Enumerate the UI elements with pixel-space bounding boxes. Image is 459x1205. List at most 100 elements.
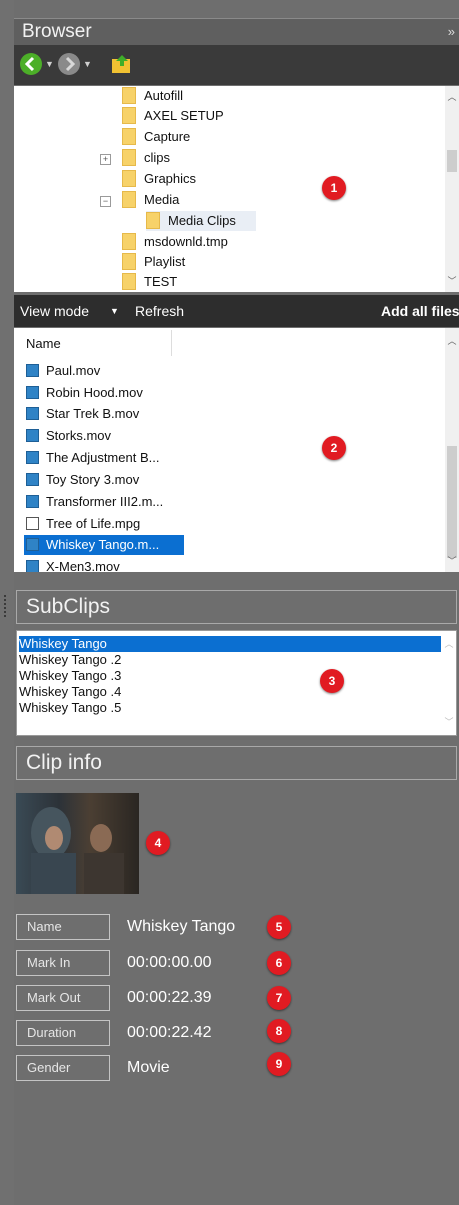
file-list-scrollbar[interactable]: ︿ ﹀ (445, 328, 459, 572)
tree-item[interactable]: clips (122, 148, 442, 168)
folder-icon (122, 128, 136, 145)
folder-icon (122, 273, 136, 290)
scroll-up-icon[interactable]: ︿ (445, 90, 459, 103)
tree-item[interactable]: Graphics (122, 169, 442, 189)
clip-thumbnail (16, 793, 139, 894)
column-header-name[interactable]: Name (26, 336, 61, 351)
browser-title: Browser (22, 21, 92, 42)
dock-grip[interactable] (4, 595, 9, 617)
back-arrow-icon[interactable] (20, 53, 42, 75)
clip-info-title: Clip info (16, 746, 457, 780)
video-file-icon (26, 473, 39, 486)
subclip-item-selected[interactable]: Whiskey Tango (19, 636, 441, 652)
file-item[interactable]: Tree of Life.mpg (24, 514, 184, 534)
subclip-item[interactable]: Whiskey Tango .3 (19, 668, 441, 684)
expand-icon[interactable]: + (100, 154, 111, 165)
video-file-icon (26, 560, 39, 572)
name-value: Whiskey Tango (127, 918, 236, 935)
dock-edge (0, 0, 14, 1205)
mark-out-label: Mark Out (16, 985, 110, 1011)
refresh-button[interactable]: Refresh (135, 295, 184, 327)
subclips-title: SubClips (16, 590, 457, 624)
mark-in-value: 00:00:00.00 (127, 954, 212, 971)
tree-item[interactable]: AXEL SETUP (122, 106, 442, 126)
callout-badge: 7 (267, 986, 291, 1010)
folder-icon (122, 170, 136, 187)
tree-item-selected[interactable]: Media Clips (146, 211, 256, 231)
folder-icon (146, 212, 160, 229)
file-item[interactable]: Transformer III2.m... (24, 492, 184, 512)
folder-tree[interactable]: Autofill AXEL SETUP Capture + clips Grap… (14, 86, 459, 292)
file-item-selected[interactable]: Whiskey Tango.m... (24, 535, 184, 555)
gender-label: Gender (16, 1055, 110, 1081)
subclips-list[interactable]: Whiskey Tango Whiskey Tango .2 Whiskey T… (16, 630, 457, 736)
video-file-icon (26, 495, 39, 508)
file-list[interactable]: Name Paul.mov Robin Hood.mov Star Trek B… (14, 328, 459, 572)
callout-badge: 4 (146, 831, 170, 855)
collapse-icon[interactable]: » (448, 19, 455, 45)
scroll-down-icon[interactable]: ﹀ (445, 554, 459, 567)
file-item[interactable]: The Adjustment B... (24, 448, 184, 468)
tree-item[interactable]: Capture (122, 127, 442, 147)
folder-icon (122, 107, 136, 124)
tree-item[interactable]: TEST (122, 272, 442, 292)
file-item[interactable]: Paul.mov (24, 361, 184, 381)
video-file-icon (26, 451, 39, 464)
tree-item[interactable]: msdownld.tmp (122, 232, 442, 252)
video-file-icon (26, 538, 39, 551)
folder-up-icon[interactable] (110, 53, 134, 75)
scroll-down-icon[interactable]: ﹀ (442, 715, 456, 728)
callout-badge: 5 (267, 915, 291, 939)
tree-scrollbar[interactable]: ︿ ﹀ (445, 86, 459, 292)
folder-icon (122, 87, 136, 104)
callout-badge: 2 (322, 436, 346, 460)
video-file-icon (26, 407, 39, 420)
view-mode-dropdown-icon[interactable]: ▼ (110, 295, 119, 327)
subclip-item[interactable]: Whiskey Tango .4 (19, 684, 441, 700)
duration-value: 00:00:22.42 (127, 1024, 212, 1041)
forward-dropdown-icon[interactable]: ▼ (83, 59, 92, 69)
video-file-icon (26, 386, 39, 399)
folder-icon (122, 253, 136, 270)
forward-arrow-icon[interactable] (58, 53, 80, 75)
scroll-thumb[interactable] (447, 446, 457, 558)
browser-toolbar: ▼ ▼ (14, 45, 459, 85)
add-all-files-button[interactable]: Add all files (381, 295, 459, 327)
subclip-item[interactable]: Whiskey Tango .2 (19, 652, 441, 668)
folder-icon (122, 233, 136, 250)
collapse-tree-icon[interactable]: − (100, 196, 111, 207)
scroll-up-icon[interactable]: ︿ (442, 637, 456, 650)
browser-header: Browser » (14, 18, 459, 45)
file-item[interactable]: Robin Hood.mov (24, 383, 184, 403)
callout-badge: 1 (322, 176, 346, 200)
callout-badge: 8 (267, 1019, 291, 1043)
folder-icon (122, 191, 136, 208)
mark-in-label: Mark In (16, 950, 110, 976)
tree-item[interactable]: Autofill (122, 86, 442, 106)
duration-label: Duration (16, 1020, 110, 1046)
browser-actions-bar: View mode ▼ Refresh Add all files (14, 295, 459, 327)
callout-badge: 6 (267, 951, 291, 975)
video-file-icon (26, 429, 39, 442)
column-divider[interactable] (171, 330, 172, 356)
tree-item[interactable]: Media (122, 190, 442, 210)
scroll-up-icon[interactable]: ︿ (445, 334, 459, 347)
scroll-thumb[interactable] (447, 150, 457, 172)
video-file-icon (26, 364, 39, 377)
file-item[interactable]: Toy Story 3.mov (24, 470, 184, 490)
scroll-down-icon[interactable]: ﹀ (445, 274, 459, 287)
back-dropdown-icon[interactable]: ▼ (45, 59, 54, 69)
mark-out-value: 00:00:22.39 (127, 989, 212, 1006)
file-item[interactable]: X-Men3.mov (24, 557, 184, 572)
tree-item[interactable]: Playlist (122, 252, 442, 272)
file-item[interactable]: Star Trek B.mov (24, 404, 184, 424)
subclips-scrollbar[interactable]: ︿ ﹀ (442, 631, 456, 735)
view-mode-button[interactable]: View mode (20, 295, 89, 327)
mpg-file-icon (26, 517, 39, 530)
gender-value: Movie (127, 1059, 170, 1076)
folder-icon (122, 149, 136, 166)
name-label: Name (16, 914, 110, 940)
file-item[interactable]: Storks.mov (24, 426, 184, 446)
callout-badge: 9 (267, 1052, 291, 1076)
subclip-item[interactable]: Whiskey Tango .5 (19, 700, 441, 716)
